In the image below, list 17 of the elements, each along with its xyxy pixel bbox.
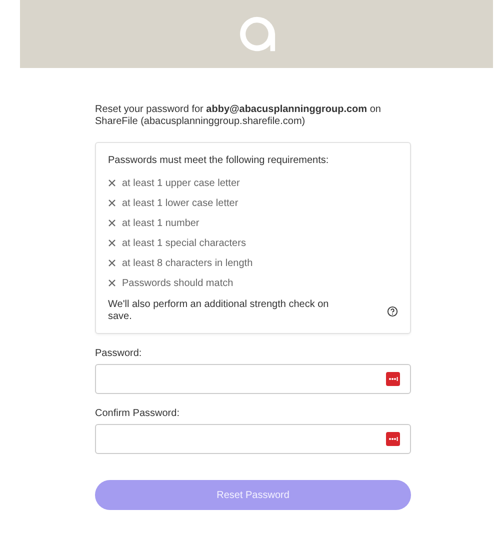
requirement-text: at least 1 special characters bbox=[122, 238, 246, 248]
requirement-text: at least 1 lower case letter bbox=[122, 198, 238, 208]
logo-icon bbox=[238, 15, 276, 53]
intro-text: Reset your password for abby@abacusplanninggroup.com on ShareFile (abacusplanninggroup.sharefile.com) bbox=[95, 104, 382, 128]
requirement-text: at least 8 characters in length bbox=[122, 258, 253, 268]
requirement-text: at least 1 upper case letter bbox=[122, 178, 240, 188]
field-label: Password: bbox=[95, 348, 143, 359]
password-manager-icon[interactable] bbox=[386, 372, 400, 386]
field-label: Confirm Password: bbox=[95, 408, 180, 419]
note-text: We'll also perform an additional strength check on save. bbox=[108, 299, 330, 323]
requirement-text: Passwords should match bbox=[122, 278, 234, 288]
requirement-text: at least 1 number bbox=[122, 218, 200, 228]
password-field[interactable] bbox=[95, 364, 411, 394]
help-icon[interactable] bbox=[387, 306, 398, 316]
requirements-title: Passwords must meet the following requirements: bbox=[108, 155, 330, 166]
password-manager-icon[interactable] bbox=[386, 432, 400, 446]
password-field[interactable] bbox=[95, 424, 411, 454]
